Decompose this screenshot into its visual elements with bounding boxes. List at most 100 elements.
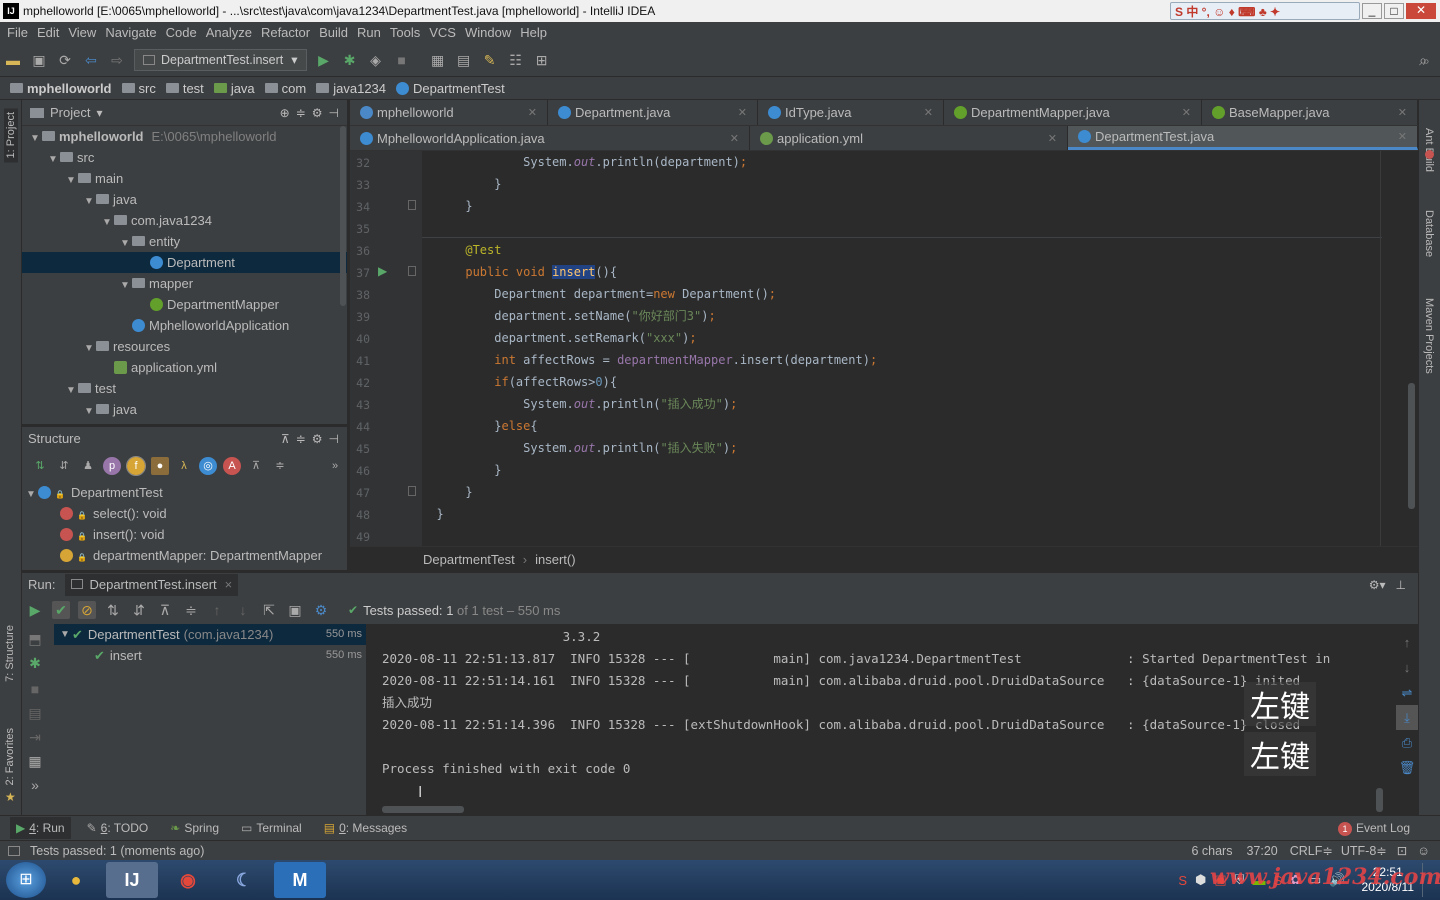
editor-tab[interactable]: mphelloworld ✕ [350,100,548,125]
run-test-gutter-icon[interactable]: ▶ [378,264,387,278]
expand-arrow-icon[interactable]: ▼ [120,275,132,296]
fold-marker-icon[interactable] [408,200,416,210]
nav-crumb-java[interactable]: java [213,81,255,96]
project-view-selector[interactable]: Project [50,105,90,120]
menu-build[interactable]: Build [319,25,348,40]
expand-icon[interactable]: ⊼ [247,457,265,475]
stop-icon[interactable]: ■ [26,680,44,698]
gear-icon[interactable]: ⚙ [312,432,323,446]
close-tab-icon[interactable]: ✕ [730,132,739,145]
nav-crumb-com[interactable]: com [264,81,306,96]
nav-crumb-src[interactable]: src [121,81,156,96]
expand-arrow-icon[interactable]: ▼ [66,380,78,401]
run-tab[interactable]: DepartmentTest.insert × [65,573,239,596]
tool-window-project[interactable]: 1: Project [4,108,18,163]
menu-analyze[interactable]: Analyze [206,25,252,40]
expand-all-icon[interactable]: ⊼ [281,432,290,446]
more-icon[interactable]: » [26,776,44,794]
project-tree-item[interactable]: ▼ test [22,378,347,399]
close-icon[interactable]: × [225,577,233,592]
project-tree-item[interactable]: ▼ java [22,189,347,210]
project-tree-item[interactable]: ▼ mphelloworld E:\0065\mphelloworld [22,126,347,147]
layout-icon[interactable]: ▦ [26,752,44,770]
soft-wrap-icon[interactable]: ⇌ [1396,680,1418,705]
collapse-all-icon[interactable]: ≑ [296,432,306,446]
run-icon[interactable]: ▶ [315,51,333,69]
hide-panel-icon[interactable]: ⊣ [329,432,339,446]
gear-icon[interactable]: ⚙▾ [1369,578,1386,592]
sort-alpha-icon[interactable]: ⇅ [104,601,122,619]
hide-panel-icon[interactable]: ⊣ [329,106,339,120]
menu-file[interactable]: File [7,25,28,40]
project-tree-item[interactable]: ▼ mapper [22,273,347,294]
close-tab-icon[interactable]: ✕ [1182,106,1191,119]
console-output[interactable]: Process finished with exit code 0 2020-08… [366,624,1418,815]
expand-arrow-icon[interactable]: ▼ [84,191,96,212]
breadcrumb-method[interactable]: insert() [535,552,575,567]
tasks-icon[interactable]: ⊞ [533,51,551,69]
test-tree-item[interactable]: ▼ ✔ DepartmentTest (com.java1234) 550 ms [54,624,366,645]
open-folder-icon[interactable]: ▬ [4,51,22,69]
restore-layout-icon[interactable]: ▤ [26,704,44,722]
anonymous-class-icon[interactable]: ◎ [199,457,217,475]
project-tree-item[interactable]: application.yml [22,357,347,378]
close-tab-icon[interactable]: ✕ [924,106,933,119]
menu-run[interactable]: Run [357,25,381,40]
test-tree-item[interactable]: ✔ insert 550 ms [54,645,366,666]
tool-window-maven[interactable]: Maven Projects [1423,298,1435,374]
close-tab-icon[interactable]: ✕ [528,106,537,119]
editor-tab[interactable]: application.yml ✕ [750,126,1068,150]
taskbar-eclipse[interactable]: ☾ [218,862,270,898]
show-fields-icon[interactable]: f [126,456,146,476]
sogou-tray-icon[interactable]: S [1178,873,1187,888]
sync-icon[interactable]: ⟳ [56,51,74,69]
print-icon[interactable]: ⎙ [1396,730,1418,755]
ime-toolbar[interactable]: S 中 °, ☺ ♦ ⌨ ♣ ✦ [1170,2,1360,20]
show-ignored-icon[interactable]: ⊘ [78,601,96,619]
project-tree-item[interactable]: ▼ com.java1234 [22,210,347,231]
structure-item[interactable]: 🔒 select(): void [22,503,347,524]
expand-all-icon[interactable]: ⊼ [156,601,174,619]
taskbar-explorer[interactable]: ● [50,862,102,898]
history-icon[interactable]: ▣ [286,601,304,619]
close-tab-icon[interactable]: ✕ [738,106,747,119]
taskbar-app[interactable]: M [274,862,326,898]
project-tree-item[interactable]: ▼ resources [22,336,347,357]
scroll-down-icon[interactable]: ↓ [1396,655,1418,680]
event-log-button[interactable]: 1 Event Log [1337,821,1410,836]
close-tab-icon[interactable]: ✕ [1048,132,1057,145]
fold-marker-icon[interactable] [408,266,416,276]
start-button[interactable]: ⊞ [6,862,46,898]
editor-tab[interactable]: DepartmentTest.java ✕ [1068,126,1418,150]
debug-icon[interactable]: ✱ [341,51,359,69]
sort-alpha-icon[interactable]: ⇵ [55,457,73,475]
coverage-icon[interactable]: ◈ [367,51,385,69]
inherited-icon[interactable]: ♟ [79,457,97,475]
console-hscrollbar[interactable] [382,806,464,813]
menu-tools[interactable]: Tools [390,25,420,40]
sdk-icon[interactable]: ▤ [455,51,473,69]
collapse-all-icon[interactable]: ≑ [182,601,200,619]
expand-arrow-icon[interactable]: ▼ [60,624,72,645]
show-properties-icon[interactable]: p [103,457,121,475]
scroll-to-end-icon[interactable]: ⤓ [1396,705,1418,730]
bottom-tab-messages[interactable]: ▤ 0: Messages [318,817,413,839]
breadcrumb-class[interactable]: DepartmentTest [423,552,515,567]
tool-window-structure[interactable]: 7: Structure [4,625,16,682]
chevron-down-icon[interactable]: ▾ [96,106,102,120]
settings-icon[interactable]: ⚙ [312,601,330,619]
locate-icon[interactable]: ⊕ [280,106,290,120]
close-tab-icon[interactable]: ✕ [1398,130,1407,143]
project-tree-item[interactable]: Department [22,252,347,273]
expand-arrow-icon[interactable]: ▼ [120,233,132,254]
show-passed-icon[interactable]: ✔ [52,601,70,619]
project-tree-item[interactable]: ▼ main [22,168,347,189]
run-config-select[interactable]: DepartmentTest.insert ▾ [134,48,307,71]
editor-tab[interactable]: BaseMapper.java ✕ [1202,100,1418,125]
lambdas-icon[interactable]: λ [175,457,193,475]
minimize-button[interactable]: _ [1362,3,1382,19]
code-editor[interactable]: System.out.println(department); } } @Tes… [422,151,1418,546]
structure-icon[interactable]: ☷ [507,51,525,69]
lock-icon[interactable]: ⊡ [1397,843,1407,858]
export-icon[interactable]: ⇱ [260,601,278,619]
